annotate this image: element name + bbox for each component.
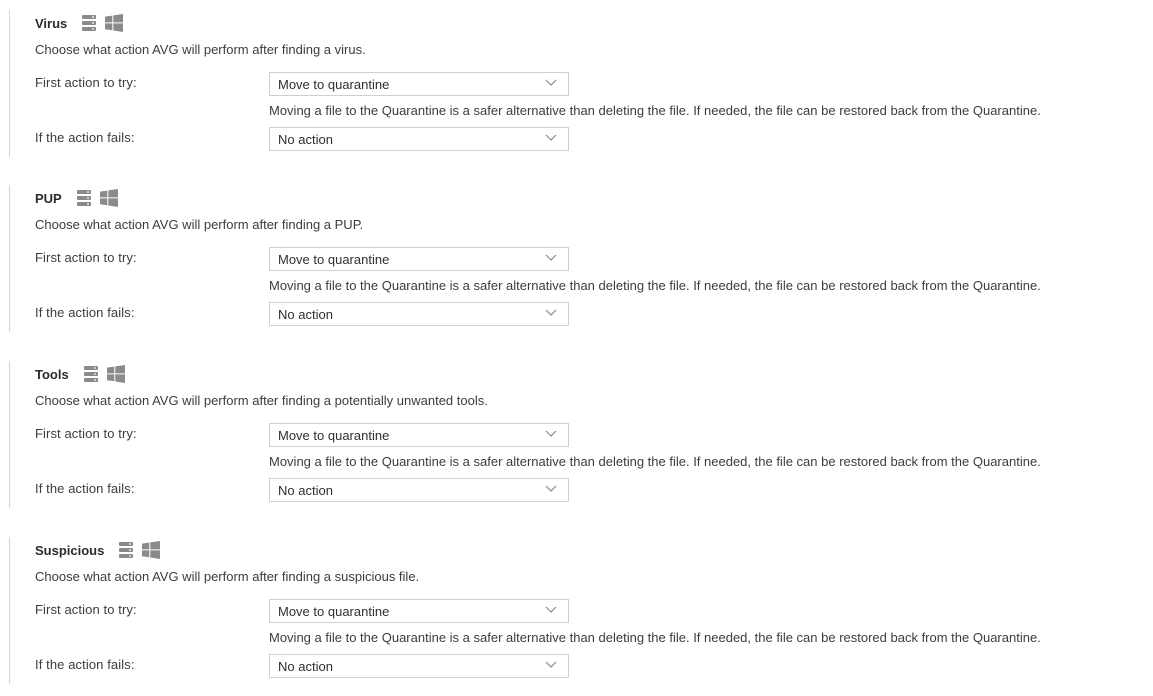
chevron-down-icon — [545, 309, 557, 317]
chevron-down-icon — [545, 606, 557, 614]
server-icon — [83, 365, 99, 383]
dropdown-value: No action — [278, 307, 333, 322]
fail-action-dropdown[interactable]: No action — [269, 478, 569, 502]
section-title: Virus — [35, 15, 68, 31]
chevron-down-icon — [545, 254, 557, 262]
windows-icon — [106, 365, 125, 383]
quarantine-hint: Moving a file to the Quarantine is a saf… — [269, 103, 1041, 118]
pup-section: PUP Choose what action AVG will perform … — [9, 185, 1150, 332]
section-title: PUP — [35, 190, 62, 206]
fail-action-dropdown[interactable]: No action — [269, 302, 569, 326]
section-description: Choose what action AVG will perform afte… — [35, 217, 364, 232]
section-description: Choose what action AVG will perform afte… — [35, 393, 488, 408]
first-action-label: First action to try: — [35, 426, 137, 441]
chevron-down-icon — [545, 661, 557, 669]
server-icon — [81, 14, 97, 32]
windows-icon — [99, 189, 118, 207]
first-action-dropdown[interactable]: Move to quarantine — [269, 423, 569, 447]
pup-header: PUP — [35, 188, 126, 208]
windows-icon — [105, 14, 124, 32]
quarantine-hint: Moving a file to the Quarantine is a saf… — [269, 630, 1041, 645]
fail-action-dropdown[interactable]: No action — [269, 654, 569, 678]
section-title: Suspicious — [35, 542, 105, 558]
first-action-dropdown[interactable]: Move to quarantine — [269, 72, 569, 96]
fail-action-label: If the action fails: — [35, 130, 135, 145]
chevron-down-icon — [545, 430, 557, 438]
section-title: Tools — [35, 366, 69, 382]
section-description: Choose what action AVG will perform afte… — [35, 569, 420, 584]
section-description: Choose what action AVG will perform afte… — [35, 42, 366, 57]
chevron-down-icon — [545, 134, 557, 142]
suspicious-header: Suspicious — [35, 540, 168, 560]
dropdown-value: Move to quarantine — [278, 77, 390, 92]
dropdown-value: Move to quarantine — [278, 604, 390, 619]
first-action-dropdown[interactable]: Move to quarantine — [269, 247, 569, 271]
fail-action-label: If the action fails: — [35, 305, 135, 320]
chevron-down-icon — [545, 485, 557, 493]
quarantine-hint: Moving a file to the Quarantine is a saf… — [269, 454, 1041, 469]
fail-action-dropdown[interactable]: No action — [269, 127, 569, 151]
dropdown-value: No action — [278, 659, 333, 674]
server-icon — [76, 189, 92, 207]
dropdown-value: No action — [278, 132, 333, 147]
virus-header: Virus — [35, 13, 131, 33]
suspicious-section: Suspicious Choose what action AVG will p… — [9, 537, 1150, 684]
virus-section: Virus Choose what action AVG will perfor… — [9, 10, 1150, 157]
tools-header: Tools — [35, 364, 133, 384]
dropdown-value: Move to quarantine — [278, 428, 390, 443]
first-action-label: First action to try: — [35, 602, 137, 617]
server-icon — [118, 541, 134, 559]
chevron-down-icon — [545, 79, 557, 87]
first-action-dropdown[interactable]: Move to quarantine — [269, 599, 569, 623]
quarantine-hint: Moving a file to the Quarantine is a saf… — [269, 278, 1041, 293]
fail-action-label: If the action fails: — [35, 657, 135, 672]
dropdown-value: Move to quarantine — [278, 252, 390, 267]
fail-action-label: If the action fails: — [35, 481, 135, 496]
tools-section: Tools Choose what action AVG will perfor… — [9, 361, 1150, 508]
windows-icon — [142, 541, 161, 559]
first-action-label: First action to try: — [35, 75, 137, 90]
first-action-label: First action to try: — [35, 250, 137, 265]
dropdown-value: No action — [278, 483, 333, 498]
